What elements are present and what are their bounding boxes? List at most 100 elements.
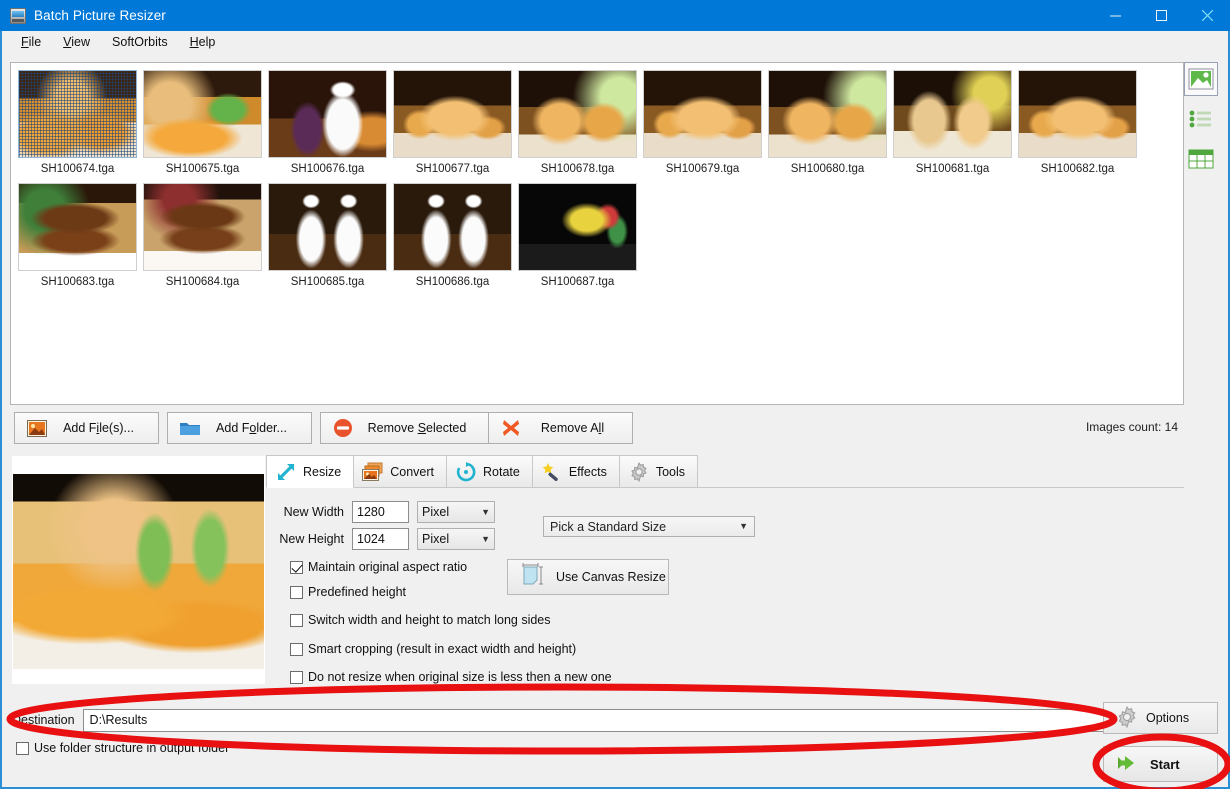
maintain-aspect-ratio-checkbox[interactable]: Maintain original aspect ratio: [290, 560, 467, 574]
magic-wand-icon: [541, 462, 563, 482]
tab-convert[interactable]: Convert: [353, 455, 447, 487]
thumbnail-photo: [519, 71, 636, 157]
thumbnail-item[interactable]: SH100675.tga: [140, 70, 265, 175]
thumbnail-filename: SH100674.tga: [40, 163, 115, 175]
thumbnail-item[interactable]: SH100676.tga: [265, 70, 390, 175]
thumbnail-image[interactable]: [393, 70, 512, 158]
new-width-unit-select[interactable]: Pixel ▼: [417, 501, 495, 523]
thumbnail-filename: SH100679.tga: [665, 163, 740, 175]
tab-resize-label: Resize: [303, 464, 342, 479]
list-view-button[interactable]: [1184, 102, 1218, 136]
thumbnail-image[interactable]: [18, 70, 137, 158]
smart-cropping-checkbox[interactable]: Smart cropping (result in exact width an…: [290, 642, 576, 656]
destination-row: Destination D:\Results ▼: [12, 708, 1218, 732]
thumbnail-image[interactable]: [518, 70, 637, 158]
view-mode-strip: [1182, 62, 1220, 182]
window-title: Batch Picture Resizer: [34, 8, 166, 23]
thumbnail-image[interactable]: [143, 70, 262, 158]
thumbnail-image[interactable]: [18, 183, 137, 271]
thumbnail-image[interactable]: [768, 70, 887, 158]
no-entry-icon: [331, 417, 355, 439]
thumbnail-filename: SH100684.tga: [165, 276, 240, 288]
thumbnail-item[interactable]: SH100681.tga: [890, 70, 1015, 175]
file-list-panel[interactable]: SH100674.tga SH100675.tga SH100676.tga SH10…: [10, 62, 1184, 405]
thumbnail-image[interactable]: [518, 183, 637, 271]
add-files-button[interactable]: Add File(s)...: [14, 412, 159, 444]
thumbnail-item[interactable]: SH100686.tga: [390, 183, 515, 288]
close-icon[interactable]: [1184, 0, 1230, 31]
switch-width-height-label: Switch width and height to match long si…: [308, 613, 551, 627]
tab-effects[interactable]: Effects: [531, 455, 620, 487]
start-button[interactable]: Start: [1103, 746, 1218, 782]
picture-add-icon: [25, 417, 49, 439]
thumbnails-view-button[interactable]: [1184, 62, 1218, 96]
thumbnail-filename: SH100675.tga: [165, 163, 240, 175]
menu-item-help[interactable]: Help: [179, 33, 227, 51]
new-height-input[interactable]: 1024: [352, 528, 409, 550]
thumbnail-item[interactable]: SH100680.tga: [765, 70, 890, 175]
checkbox-box: [290, 642, 303, 656]
thumbnail-filename: SH100683.tga: [40, 276, 115, 288]
details-view-button[interactable]: [1184, 142, 1218, 176]
new-width-input[interactable]: 1280: [352, 501, 409, 523]
thumbnail-filename: SH100677.tga: [415, 163, 490, 175]
menu-bar: File View SoftOrbits Help: [2, 31, 1228, 53]
menu-item-softorbits[interactable]: SoftOrbits: [101, 33, 179, 51]
thumbnail-item[interactable]: SH100679.tga: [640, 70, 765, 175]
thumbnail-image[interactable]: [268, 183, 387, 271]
menu-item-file[interactable]: File: [10, 33, 52, 51]
minimize-icon[interactable]: [1092, 0, 1138, 31]
thumbnail-item[interactable]: SH100684.tga: [140, 183, 265, 288]
switch-width-height-checkbox[interactable]: Switch width and height to match long si…: [290, 613, 551, 627]
new-height-unit-select[interactable]: Pixel ▼: [417, 528, 495, 550]
settings-tabs: Resize Convert Rotate Effects Tools: [266, 455, 1184, 488]
add-folder-button[interactable]: Add Folder...: [167, 412, 312, 444]
new-height-label: New Height: [279, 532, 344, 546]
maximize-icon[interactable]: [1138, 0, 1184, 31]
thumbnail-item[interactable]: SH100677.tga: [390, 70, 515, 175]
chevron-down-icon: ▼: [739, 521, 748, 531]
use-canvas-resize-button[interactable]: Use Canvas Resize: [507, 559, 669, 595]
standard-size-select[interactable]: Pick a Standard Size ▼: [543, 516, 755, 537]
remove-all-button[interactable]: Remove All: [488, 412, 633, 444]
new-width-label: New Width: [283, 505, 344, 519]
thumbnail-image[interactable]: [143, 183, 262, 271]
chevron-down-icon: ▼: [481, 533, 490, 544]
thumbnail-image[interactable]: [393, 183, 512, 271]
thumbnail-item[interactable]: SH100674.tga: [15, 70, 140, 175]
use-folder-structure-checkbox[interactable]: Use folder structure in output folder: [16, 741, 229, 755]
thumbnail-image[interactable]: [893, 70, 1012, 158]
tab-tools[interactable]: Tools: [618, 455, 699, 487]
destination-input[interactable]: D:\Results ▼: [82, 708, 1180, 732]
thumbnail-item[interactable]: SH100685.tga: [265, 183, 390, 288]
no-upscale-checkbox[interactable]: Do not resize when original size is less…: [290, 670, 612, 684]
thumbnail-image[interactable]: [1018, 70, 1137, 158]
thumbnail-image[interactable]: [643, 70, 762, 158]
thumbnail-item[interactable]: SH100683.tga: [15, 183, 140, 288]
tab-rotate[interactable]: Rotate: [446, 455, 533, 487]
thumbnail-item[interactable]: SH100682.tga: [1015, 70, 1140, 175]
new-width-row: New Width 1280 Pixel ▼: [266, 501, 495, 523]
thumbnail-photo: [1019, 71, 1136, 157]
tab-resize[interactable]: Resize: [266, 455, 355, 488]
images-count-label: Images count: 14: [1085, 420, 1178, 434]
app-icon: [10, 7, 26, 24]
destination-value: D:\Results: [89, 713, 148, 727]
thumbnail-item[interactable]: SH100687.tga: [515, 183, 640, 288]
thumbnail-image[interactable]: [268, 70, 387, 158]
thumbnail-photo: [394, 71, 511, 157]
thumbnail-photo: [19, 184, 136, 270]
canvas-resize-icon: [518, 562, 548, 593]
thumbnail-item[interactable]: SH100678.tga: [515, 70, 640, 175]
thumbnail-filename: SH100686.tga: [415, 276, 490, 288]
preview-image: [13, 474, 264, 669]
tab-effects-label: Effects: [568, 464, 607, 479]
add-folder-label: Add Folder...: [216, 421, 287, 435]
predefined-height-checkbox[interactable]: Predefined height: [290, 585, 406, 599]
title-bar: Batch Picture Resizer: [0, 0, 1230, 31]
tab-tools-label: Tools: [655, 464, 686, 479]
menu-item-view[interactable]: View: [52, 33, 101, 51]
remove-selected-button[interactable]: Remove Selected: [320, 412, 490, 444]
start-label: Start: [1150, 756, 1180, 772]
options-button[interactable]: Options: [1103, 702, 1218, 734]
